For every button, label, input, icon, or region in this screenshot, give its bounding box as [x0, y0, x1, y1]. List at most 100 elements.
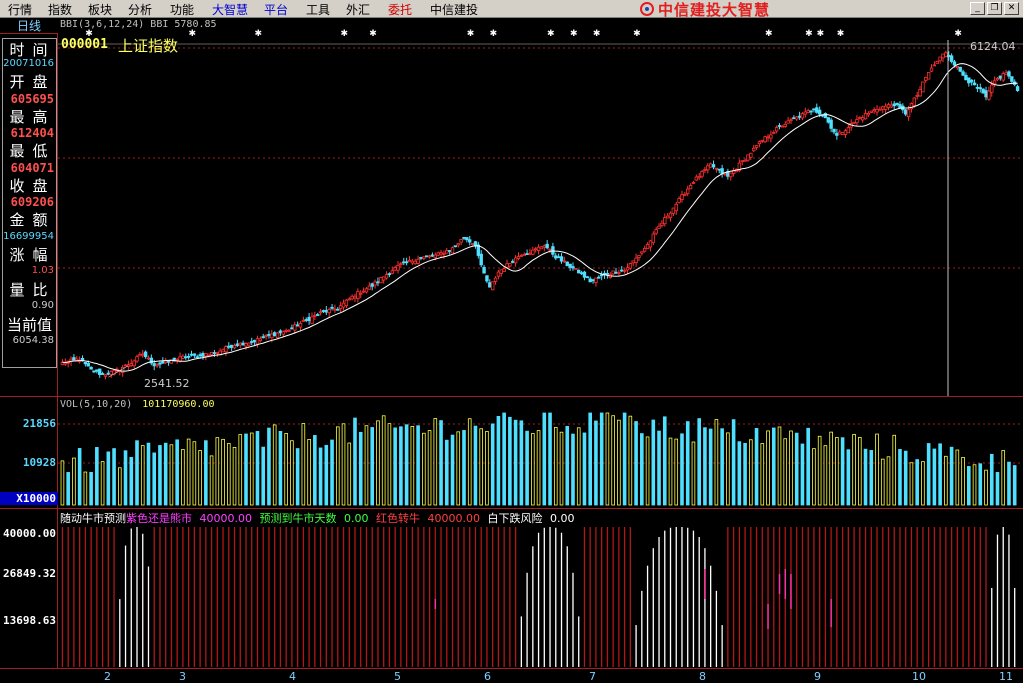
- volume-bar: [89, 471, 93, 506]
- volume-bar: [456, 431, 461, 506]
- candle-body: [508, 263, 512, 267]
- candle-body: [952, 61, 957, 66]
- candle-body: [490, 281, 495, 291]
- minimize-button[interactable]: _: [970, 2, 985, 15]
- candle-body: [912, 97, 917, 106]
- bull-forecast-chart[interactable]: 随动牛市预测紫色还是熊市 40000.00 预测到牛市天数 0.00 红色转牛 …: [58, 508, 1023, 668]
- menu-item-tools[interactable]: 工具: [306, 1, 330, 18]
- candle-body: [987, 90, 991, 100]
- candle-body: [499, 269, 503, 274]
- x-tick-month: 3: [179, 670, 186, 683]
- legend-item: 紫色还是熊市: [126, 512, 192, 525]
- volume-bar: [301, 423, 306, 506]
- candle-body: [98, 368, 102, 375]
- candle-body: [964, 74, 968, 81]
- candle-body: [881, 106, 885, 110]
- candle-body: [536, 246, 541, 251]
- candle-body: [166, 360, 171, 363]
- close-button[interactable]: ✕: [1004, 2, 1019, 15]
- indicator-legend: 随动牛市预测紫色还是熊市 40000.00 预测到牛市天数 0.00 红色转牛 …: [60, 510, 579, 526]
- star-marker: ✱: [467, 29, 475, 39]
- volratio-value: 0.90: [31, 300, 54, 311]
- x-tick-month: 5: [394, 670, 401, 683]
- candle-body: [860, 117, 865, 121]
- candle-body: [247, 342, 251, 346]
- menu-item-dazhihui[interactable]: 大智慧: [212, 1, 248, 18]
- volume-bar: [404, 424, 409, 506]
- volume-bar: [634, 421, 638, 506]
- candle-body: [654, 229, 658, 234]
- candle-body: [146, 357, 151, 360]
- volume-bars[interactable]: [58, 397, 1023, 509]
- star-marker: ✱: [369, 29, 377, 39]
- candle-body: [525, 253, 529, 255]
- candle-body: [138, 354, 142, 357]
- volume-bar: [794, 432, 799, 506]
- candle-body: [425, 255, 429, 258]
- volume-bar: [433, 418, 438, 506]
- volume-bar: [846, 449, 851, 506]
- menu-item-analysis[interactable]: 分析: [128, 1, 152, 18]
- ind-axis-label-mid: 26849.32: [3, 567, 56, 580]
- menu-item-platform[interactable]: 平台: [264, 1, 288, 18]
- volume-bar: [691, 441, 696, 506]
- candle-body: [422, 256, 426, 259]
- volume-bar: [749, 439, 753, 506]
- restore-button[interactable]: ❐: [987, 2, 1002, 15]
- volume-bar: [244, 433, 248, 506]
- volume-bar: [519, 420, 524, 506]
- star-marker: ✱: [547, 29, 555, 39]
- volume-bar: [249, 432, 254, 506]
- star-marker: ✱: [765, 29, 773, 39]
- volume-bar: [926, 443, 931, 506]
- volume-bar: [743, 442, 747, 506]
- menu-item-index[interactable]: 指数: [48, 1, 72, 18]
- candle-body: [453, 245, 458, 248]
- volume-bar: [416, 425, 420, 506]
- menu-item-forex[interactable]: 外汇: [346, 1, 370, 18]
- volume-bar: [381, 415, 386, 506]
- candle-body: [904, 109, 908, 115]
- candle-body: [648, 240, 653, 248]
- volume-bar: [192, 441, 197, 506]
- volume-bar: [645, 436, 650, 506]
- bull-forecast-bars[interactable]: [58, 509, 1023, 669]
- volume-bar: [628, 415, 633, 506]
- candle-body: [295, 324, 300, 327]
- volume-chart[interactable]: VOL(5,10,20) 101170960.00: [58, 396, 1023, 508]
- star-marker: ✱: [490, 29, 498, 39]
- legend-value: 40000.00: [427, 512, 481, 525]
- candle-body: [516, 256, 521, 259]
- volume-bar: [376, 420, 380, 506]
- volume-bar: [261, 446, 266, 506]
- candle-body: [379, 277, 383, 284]
- period-tab[interactable]: 日线: [0, 18, 58, 34]
- candle-body: [109, 371, 113, 375]
- candle-body: [376, 281, 380, 284]
- candle-body: [875, 108, 879, 113]
- volume-bar: [347, 442, 352, 506]
- volume-bar: [731, 419, 736, 506]
- candle-body: [255, 338, 260, 345]
- menu-item-sector[interactable]: 板块: [88, 1, 112, 18]
- x-tick-month: 4: [289, 670, 296, 683]
- candle-body: [106, 372, 111, 375]
- volume-bar: [858, 437, 862, 506]
- volume-bar: [284, 433, 288, 506]
- menu-item-quotes[interactable]: 行情: [8, 1, 32, 18]
- candle-body: [754, 145, 759, 148]
- candle-body: [496, 271, 501, 277]
- volume-bar: [978, 463, 983, 506]
- candle-body: [789, 119, 793, 122]
- volume-bar: [169, 444, 174, 506]
- price-chart[interactable]: ✱ ✱ ✱ ✱ ✱ ✱ ✱ ✱ ✱ ✱ ✱ ✱ ✱ ✱ ✱ ✱ 2541.52 6124.04 BBI(3,6,1…: [58, 18, 1023, 396]
- menu-item-functions[interactable]: 功能: [170, 1, 194, 18]
- candle-body: [212, 352, 217, 354]
- volume-bar: [117, 467, 122, 506]
- menu-item-trade[interactable]: 委托: [388, 1, 412, 18]
- menu-item-citic[interactable]: 中信建投: [430, 1, 478, 18]
- candlestick-chart[interactable]: ✱ ✱ ✱ ✱ ✱ ✱ ✱ ✱ ✱ ✱ ✱ ✱ ✱ ✱ ✱ ✱2541.526124.04: [58, 18, 1023, 396]
- stock-name: 上证指数: [118, 37, 179, 55]
- candle-body: [697, 176, 701, 179]
- candle-body: [740, 160, 744, 163]
